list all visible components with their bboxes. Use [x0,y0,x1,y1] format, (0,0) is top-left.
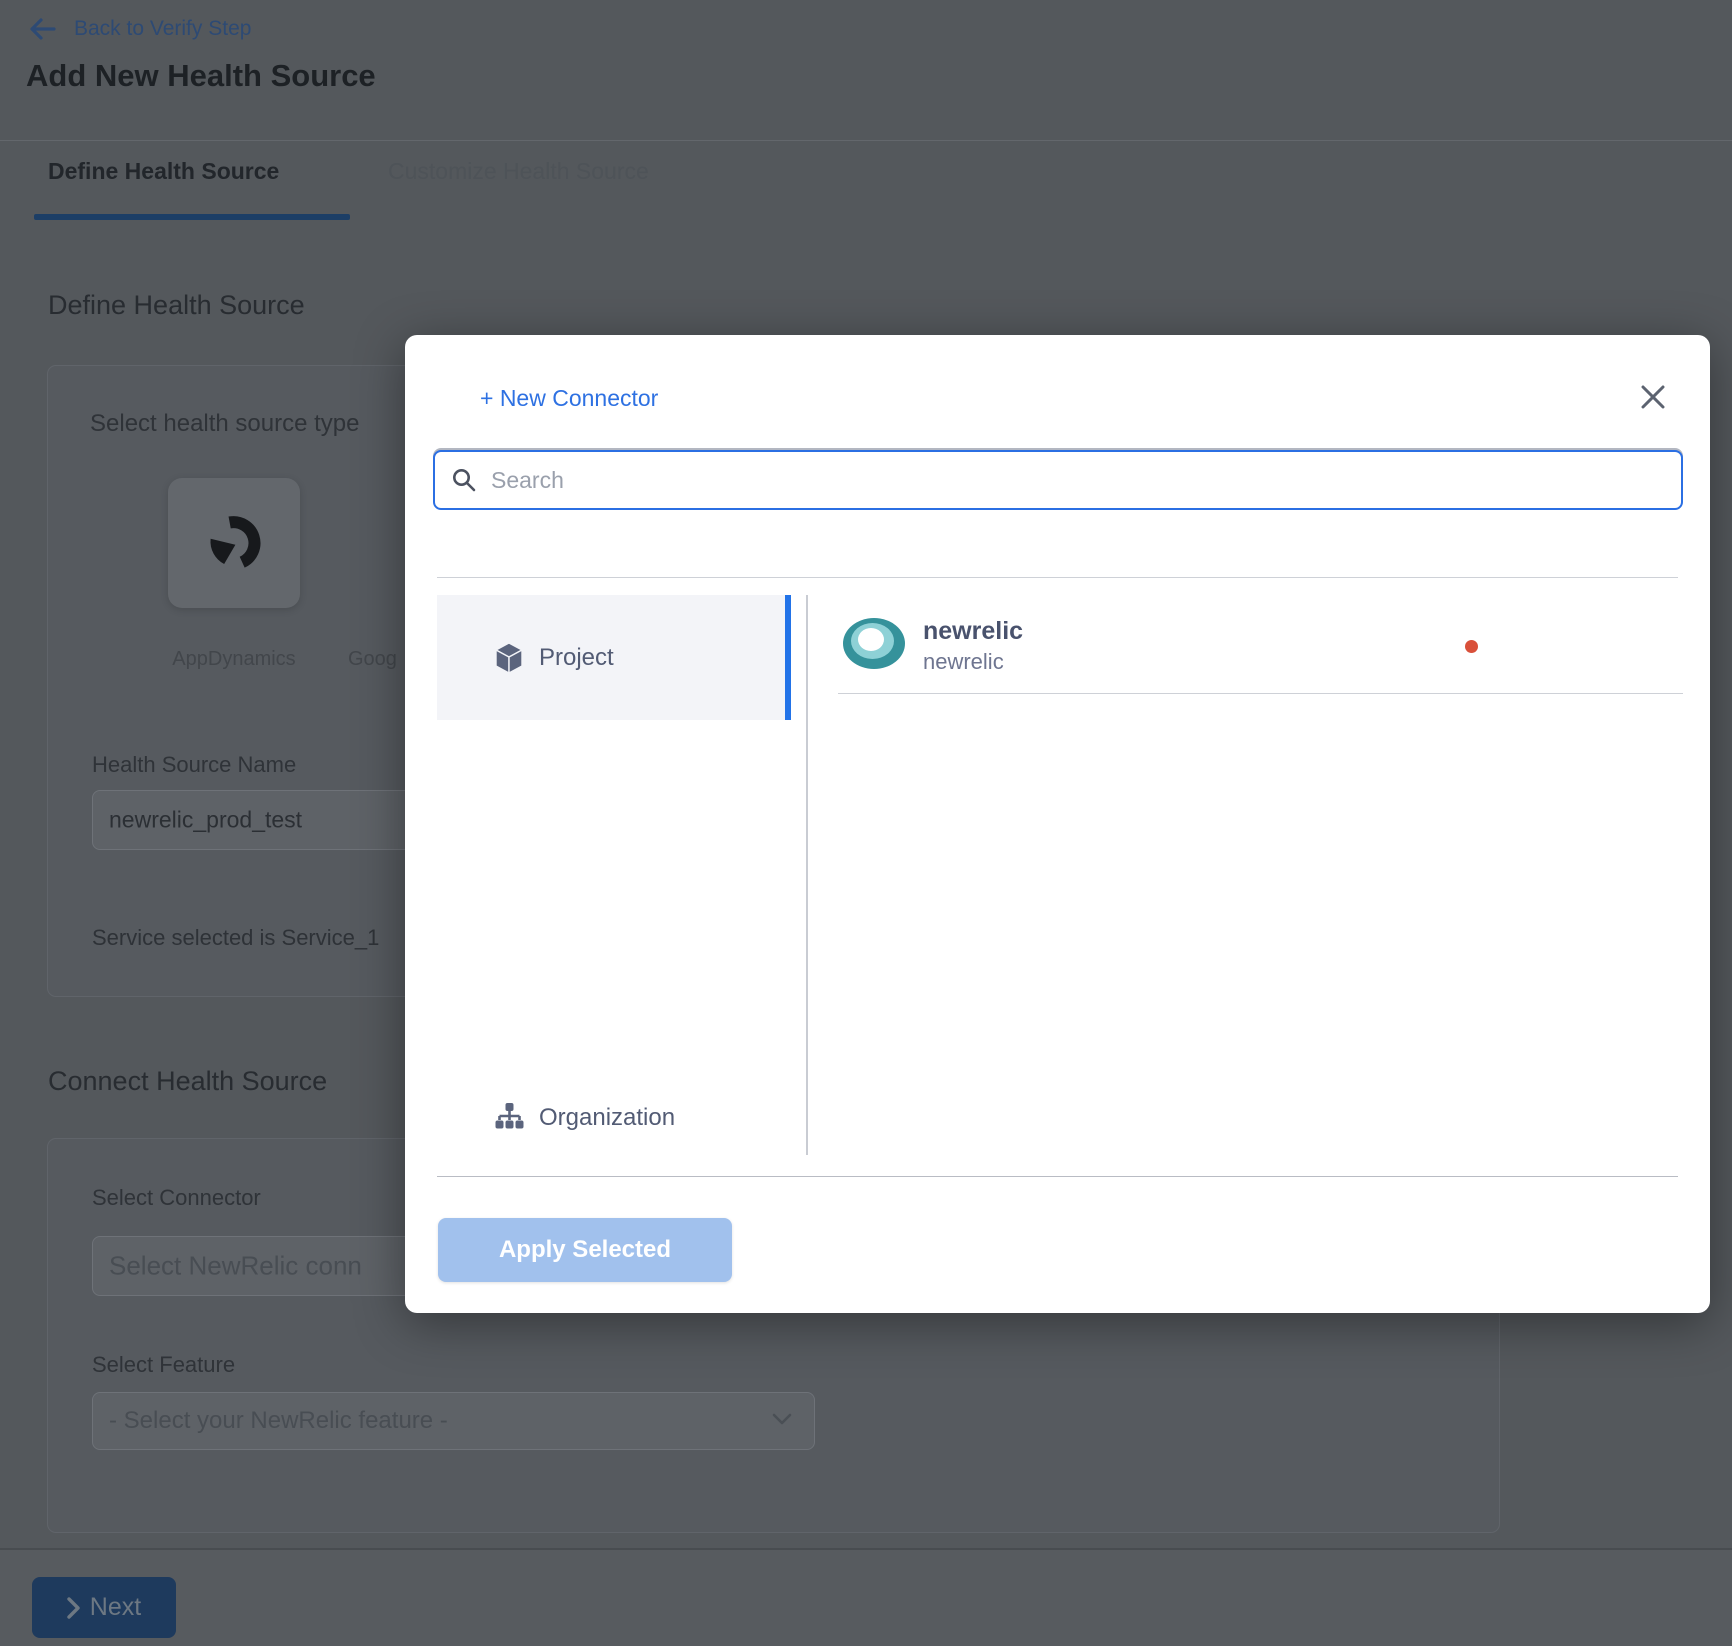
status-dot-icon [1465,640,1478,653]
search-box [433,450,1683,510]
select-connector-placeholder: Select NewRelic conn [109,1251,362,1282]
select-health-source-type-label: Select health source type [90,410,360,438]
next-button[interactable]: Next [32,1577,176,1638]
appdynamics-logo-icon [200,509,269,578]
back-arrow-icon [28,16,56,42]
new-connector-link[interactable]: + New Connector [480,385,658,412]
screen: Back to Verify Step Add New Health Sourc… [0,0,1732,1646]
modal-bottom-divider [437,1176,1678,1177]
close-icon[interactable] [1638,382,1668,412]
service-selected-note: Service selected is Service_1 [92,925,379,951]
next-button-label: Next [90,1593,141,1622]
select-feature-placeholder: - Select your NewRelic feature - [109,1407,448,1435]
scope-list-divider [806,595,808,1155]
select-feature-dropdown[interactable]: - Select your NewRelic feature - [92,1392,815,1450]
chevron-down-icon [772,1412,792,1430]
connector-row-divider [838,693,1683,694]
chevron-right-icon [67,1597,80,1619]
connector-name: newrelic [923,615,1023,648]
org-chart-icon [493,1102,525,1134]
source-type-label-google-truncated: Goog [348,648,397,671]
scope-item-project[interactable]: Project [437,595,791,720]
newrelic-logo-icon [843,618,905,669]
footer-bar [0,1550,1732,1646]
search-input[interactable] [491,467,1681,494]
source-type-label-appdynamics: AppDynamics [156,648,312,671]
health-source-name-value: newrelic_prod_test [109,807,302,834]
scope-project-label: Project [539,644,614,672]
search-icon [451,467,477,493]
cube-icon [493,641,525,675]
connector-id: newrelic [923,648,1023,677]
modal-top-divider [437,577,1678,578]
apply-selected-button[interactable]: Apply Selected [438,1218,732,1282]
back-link[interactable]: Back to Verify Step [28,16,251,42]
select-connector-label: Select Connector [92,1185,261,1211]
define-section-heading: Define Health Source [48,290,305,321]
health-source-name-label: Health Source Name [92,752,296,778]
tab-customize-health-source[interactable]: Customize Health Source [388,158,649,185]
scope-organization-label: Organization [539,1104,675,1132]
active-tab-underline [34,214,350,220]
connector-select-modal: + New Connector Project [405,335,1710,1313]
select-feature-label: Select Feature [92,1352,235,1378]
page-title: Add New Health Source [26,58,376,94]
connect-section-heading: Connect Health Source [48,1066,327,1097]
back-link-label: Back to Verify Step [74,17,251,41]
tab-define-health-source[interactable]: Define Health Source [48,158,279,185]
scope-item-organization[interactable]: Organization [437,1080,791,1156]
health-source-type-appdynamics-tile[interactable] [168,478,300,608]
header-divider [0,140,1732,141]
